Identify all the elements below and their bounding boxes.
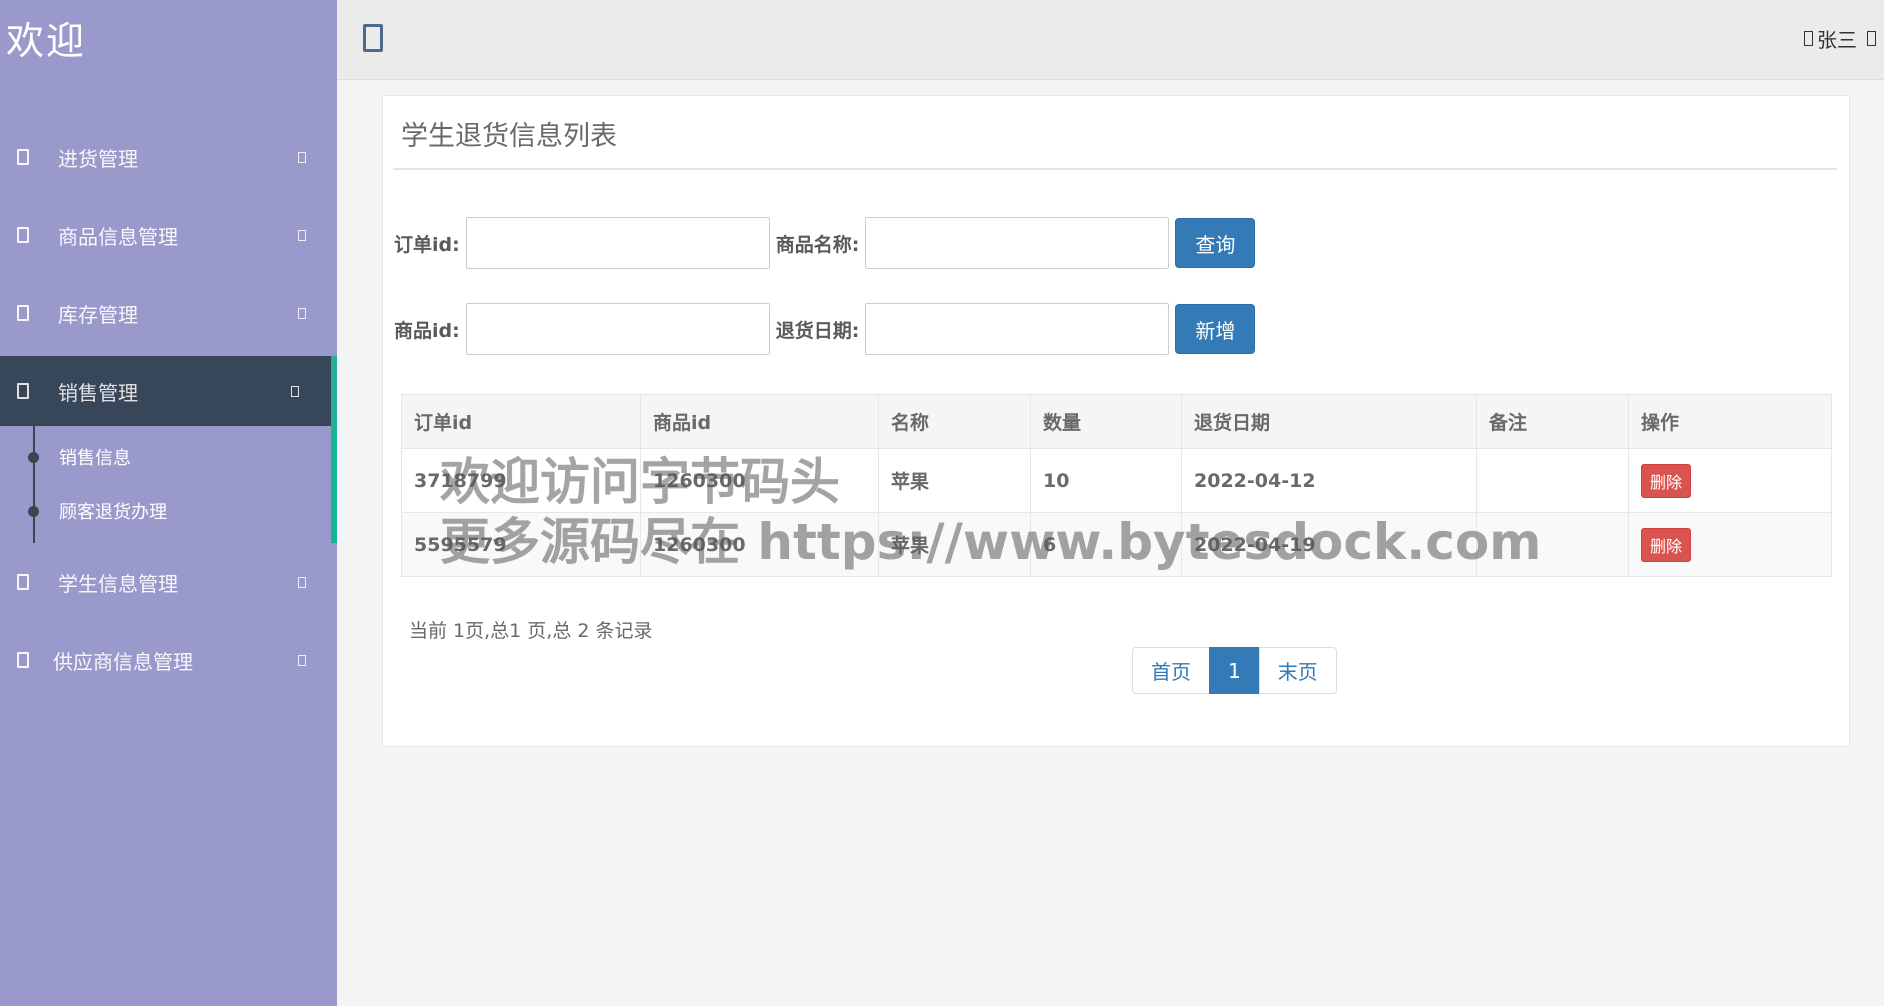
- menu-icon: [17, 149, 29, 165]
- product-name-label: 商品名称:: [775, 233, 860, 256]
- search-row-2: 商品id: 退货日期: 新增: [394, 303, 1256, 355]
- sidebar-item-label: 供应商信息管理: [53, 649, 193, 674]
- sidebar-item-product-info[interactable]: 商品信息管理: [0, 196, 337, 274]
- chevron-icon: [298, 576, 306, 588]
- sidebar-item-sales[interactable]: 销售管理: [0, 356, 337, 426]
- cell-note: [1476, 512, 1629, 577]
- sidebar-item-label: 库存管理: [58, 302, 138, 327]
- user-name: 张三: [1817, 28, 1857, 52]
- content-panel: 学生退货信息列表 订单id: 商品名称: 查询 商品id: 退货日期: 新增 订…: [382, 95, 1850, 747]
- chevron-icon: [291, 385, 299, 397]
- last-page-button[interactable]: 末页: [1258, 647, 1337, 694]
- cell-product-id: 1260300: [640, 512, 879, 577]
- sidebar-item-student-info[interactable]: 学生信息管理: [0, 543, 337, 621]
- table-row: 3718799 1260300 苹果 10 2022-04-12 删除: [401, 448, 1832, 513]
- sidebar-item-inventory[interactable]: 库存管理: [0, 274, 337, 352]
- divider: [393, 168, 1837, 170]
- order-id-input[interactable]: [465, 217, 770, 269]
- pagination: 首页 1 末页: [1132, 647, 1337, 694]
- menu-icon: [17, 652, 29, 668]
- user-icon: [1804, 31, 1813, 46]
- menu-icon: [17, 383, 29, 399]
- page-title: 学生退货信息列表: [401, 121, 617, 152]
- bullet-icon: [28, 505, 39, 517]
- returns-table: 订单id 商品id 名称 数量 退货日期 备注 操作 3718799 12603…: [401, 394, 1832, 577]
- delete-button[interactable]: 删除: [1641, 527, 1692, 562]
- product-id-input[interactable]: [465, 303, 770, 355]
- caret-down-icon: [1867, 31, 1876, 46]
- column-header: 订单id: [401, 394, 641, 449]
- sidebar-item-label: 商品信息管理: [58, 224, 178, 249]
- sidebar: 欢迎 进货管理 商品信息管理 库存管理 销售管理 销售信息 顾客退货办理 学生信…: [0, 0, 337, 1006]
- chevron-icon: [298, 654, 306, 666]
- menu-toggle-icon[interactable]: [363, 24, 383, 52]
- column-header: 操作: [1628, 394, 1832, 449]
- chevron-icon: [298, 229, 306, 241]
- top-bar: 张三: [337, 0, 1884, 80]
- bullet-icon: [28, 451, 39, 463]
- menu-icon: [17, 227, 29, 243]
- sidebar-item-supplier-info[interactable]: 供应商信息管理: [0, 621, 337, 699]
- sidebar-item-label: 学生信息管理: [58, 571, 178, 596]
- menu-icon: [17, 305, 29, 321]
- cell-qty: 6: [1030, 512, 1182, 577]
- column-header: 备注: [1476, 394, 1629, 449]
- sidebar-item-label: 进货管理: [58, 146, 138, 171]
- cell-date: 2022-04-12: [1181, 448, 1477, 513]
- menu-icon: [17, 574, 29, 590]
- brand-title: 欢迎: [6, 19, 87, 63]
- cell-action: 删除: [1628, 512, 1832, 577]
- cell-product-id: 1260300: [640, 448, 879, 513]
- chevron-icon: [298, 307, 306, 319]
- product-id-label: 商品id:: [394, 319, 460, 342]
- order-id-label: 订单id:: [394, 233, 460, 256]
- cell-action: 删除: [1628, 448, 1832, 513]
- chevron-icon: [298, 151, 306, 163]
- cell-note: [1476, 448, 1629, 513]
- table-header-row: 订单id 商品id 名称 数量 退货日期 备注 操作: [401, 394, 1832, 449]
- sidebar-item-label: 销售管理: [58, 380, 138, 405]
- cell-name: 苹果: [878, 512, 1031, 577]
- table-row: 5595579 1260300 苹果 6 2022-04-19 删除: [401, 512, 1832, 577]
- column-header: 数量: [1030, 394, 1182, 449]
- column-header: 商品id: [640, 394, 879, 449]
- cell-date: 2022-04-19: [1181, 512, 1477, 577]
- submenu-item-sales-info[interactable]: 销售信息: [0, 430, 331, 484]
- submenu-item-label: 销售信息: [59, 448, 131, 469]
- sidebar-item-purchase[interactable]: 进货管理: [0, 118, 337, 196]
- cell-order-id: 5595579: [401, 512, 641, 577]
- add-button[interactable]: 新增: [1175, 304, 1256, 354]
- return-date-input[interactable]: [865, 303, 1170, 355]
- search-row-1: 订单id: 商品名称: 查询: [394, 217, 1256, 269]
- return-date-label: 退货日期:: [775, 319, 860, 342]
- query-button[interactable]: 查询: [1175, 218, 1256, 268]
- cell-qty: 10: [1030, 448, 1182, 513]
- cell-order-id: 3718799: [401, 448, 641, 513]
- sales-submenu: 销售信息 顾客退货办理: [0, 426, 337, 543]
- delete-button[interactable]: 删除: [1641, 463, 1692, 498]
- submenu-item-label: 顾客退货办理: [59, 502, 167, 523]
- product-name-input[interactable]: [865, 217, 1170, 269]
- submenu-item-customer-returns[interactable]: 顾客退货办理: [0, 484, 331, 538]
- first-page-button[interactable]: 首页: [1132, 647, 1210, 694]
- page-1-button[interactable]: 1: [1209, 647, 1260, 694]
- sidebar-menu: 进货管理 商品信息管理 库存管理 销售管理 销售信息 顾客退货办理 学生信息管理…: [0, 118, 337, 699]
- pagination-info: 当前 1页,总1 页,总 2 条记录: [409, 620, 653, 642]
- column-header: 名称: [878, 394, 1031, 449]
- cell-name: 苹果: [878, 448, 1031, 513]
- user-menu[interactable]: 张三: [1804, 24, 1876, 53]
- column-header: 退货日期: [1181, 394, 1477, 449]
